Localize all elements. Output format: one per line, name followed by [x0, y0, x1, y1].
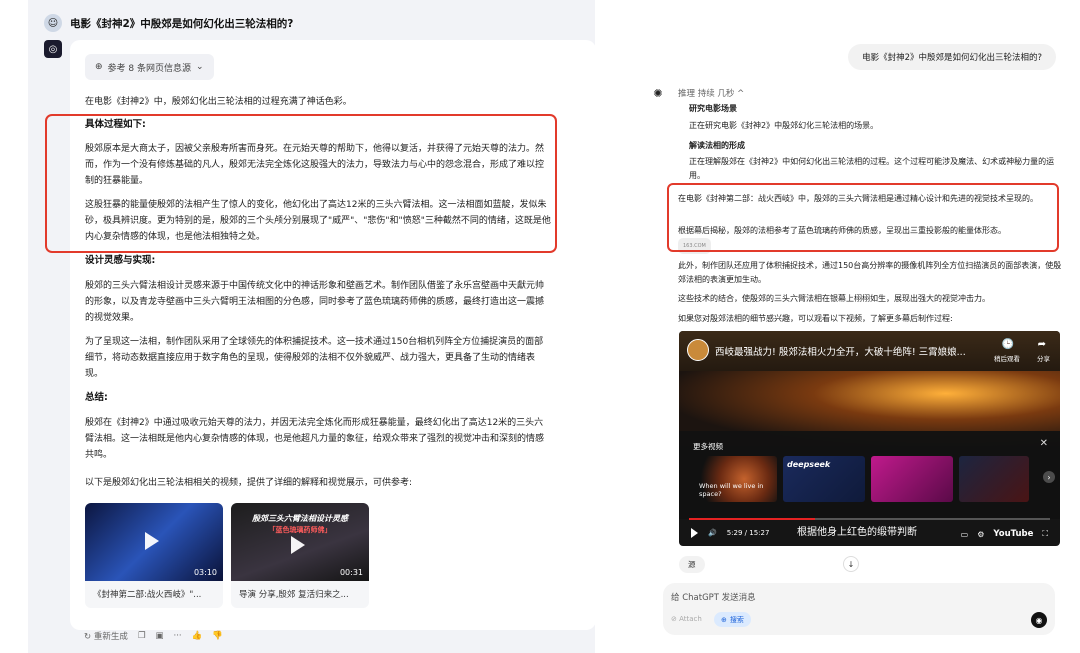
attach-label: Attach [679, 615, 702, 623]
answer-paragraph: 为了呈现这一法相，制作团队采用了全球领先的体积捕捉技术。这一技术通过150台相机… [85, 337, 544, 379]
video-list: 03:10 《封神第二部:战火西岐》"... 殷郊三头六臂法相设计灵感 「蓝色琉… [85, 503, 369, 608]
sources-button[interactable]: 源 [679, 556, 705, 573]
bot-avatar-icon: ◎ [44, 40, 62, 58]
right-chat-panel: 电影《封神2》中殷郊是如何幻化出三轮法相的? ✺ 推理 持续 几秒 ^ 研究电影… [646, 0, 1080, 653]
refresh-icon: ↻ [84, 632, 92, 642]
video-duration: 03:10 [193, 568, 217, 577]
answer-paragraph: 此外，制作团队还应用了体积捕捉技术，通过150台高分辨率的摄像机阵列全方位扫描演… [678, 261, 1062, 284]
search-toggle[interactable]: ⊕ 搜索 [714, 612, 751, 627]
fullscreen-icon[interactable]: ⛶ [1042, 529, 1048, 539]
user-message-bubble: 电影《封神2》中殷郊是如何幻化出三轮法相的? [848, 44, 1056, 70]
video-title[interactable]: 西岐最强战力! 殷郊法相火力全开，大破十绝阵! 三霄娘娘... [715, 344, 966, 358]
captions-icon[interactable]: ▭ [961, 530, 969, 539]
section-heading-summary: 总结: [85, 392, 108, 403]
reference-sources-button[interactable]: ⊕ 参考 8 条网页信息源 ⌄ [85, 54, 214, 80]
related-video-title: When will we live in space? [699, 482, 764, 498]
user-question: 电影《封神2》中殷郊是如何幻化出三轮法相的? [70, 17, 294, 30]
reasoning-toggle[interactable]: 推理 持续 几秒 ^ [678, 87, 744, 99]
section-heading-design: 设计灵感与实现: [85, 255, 156, 266]
related-video-thumbnail[interactable] [959, 456, 1029, 502]
voice-mode-icon[interactable]: ◉ [1031, 612, 1047, 628]
highlight-box [45, 114, 557, 253]
more-options-button[interactable]: ··· [174, 631, 182, 641]
video-subtitle: 根据他身上红色的缎带判断 [797, 527, 917, 538]
copy-icon[interactable]: ❐ [138, 631, 146, 641]
player-right-controls: ▭ ⚙ YouTube ⛶ [961, 529, 1048, 539]
related-video-thumbnail[interactable] [871, 456, 953, 502]
thumbs-down-icon[interactable]: 👎 [212, 631, 223, 641]
video-card[interactable]: 03:10 《封神第二部:战火西岐》"... [85, 503, 223, 608]
paperclip-icon: ⊘ [671, 615, 677, 623]
reference-sources-label: 参考 8 条网页信息源 [107, 63, 191, 74]
related-video-thumbnail[interactable]: When will we live in space? [695, 456, 777, 502]
answer-paragraph: 以下是殷郊幻化出三轮法相相关的视频，提供了详细的解释和视觉展示，可供参考: [85, 478, 413, 488]
answer-paragraph: 这些技术的结合，使殷郊的三头六臂法相在银幕上栩栩如生，展现出强大的视觉冲击力。 [678, 294, 990, 303]
more-videos-overlay: 更多视频 ✕ When will we live in space? deeps… [679, 431, 1060, 519]
related-video-title: deepseek [787, 460, 831, 469]
answer-action-bar: ↻ 重新生成 ❐ ▣ ··· 👍 👎 [84, 630, 223, 642]
left-chat-panel: ☺ 电影《封神2》中殷郊是如何幻化出三轮法相的? ◎ ⊕ 参考 8 条网页信息源… [28, 0, 595, 653]
video-duration: 00:31 [339, 568, 363, 577]
play-icon [291, 536, 305, 554]
watch-later-icon[interactable]: 🕒 [1002, 339, 1014, 350]
attach-button[interactable]: ⊘ Attach [671, 615, 702, 623]
reasoning-step-title: 解读法相的形成 [689, 141, 745, 150]
answer-intro: 在电影《封神2》中，殷郊幻化出三轮法相的过程充满了神话色彩。 [85, 97, 352, 107]
video-card[interactable]: 殷郊三头六臂法相设计灵感 「蓝色琉璃药师佛」 00:31 导演 分享,殷郊 复活… [231, 503, 369, 608]
reasoning-step-text: 正在研究电影《封神2》中殷郊幻化三轮法相的场景。 [689, 121, 879, 130]
video-thumbnail[interactable]: 03:10 [85, 503, 223, 581]
video-thumbnail[interactable]: 殷郊三头六臂法相设计灵感 「蓝色琉璃药师佛」 00:31 [231, 503, 369, 581]
youtube-player[interactable]: 西岐最强战力! 殷郊法相火力全开，大破十绝阵! 三霄娘娘... 🕒 稍后观看 ➦… [679, 331, 1060, 546]
message-input[interactable]: 给 ChatGPT 发送消息 [671, 591, 756, 603]
answer-paragraph: 殷郊在《封神2》中通过吸收元始天尊的法力，并因无法完全炼化而形成狂暴能量，最终幻… [85, 418, 545, 460]
chevron-down-icon: ⌄ [196, 62, 204, 72]
settings-gear-icon[interactable]: ⚙ [977, 530, 984, 539]
video-caption: 《封神第二部:战火西岐》"... [93, 590, 202, 600]
chevron-right-icon[interactable]: › [1043, 471, 1055, 483]
user-question-row: ☺ 电影《封神2》中殷郊是如何幻化出三轮法相的? [44, 14, 293, 32]
video-thumbnail-subtitle: 「蓝色琉璃药师佛」 [268, 526, 332, 534]
video-thumbnail-title: 殷郊三头六臂法相设计灵感 [252, 514, 348, 523]
share-icon[interactable]: ➦ [1038, 339, 1046, 350]
sources-row: 源 [679, 556, 705, 573]
user-avatar: ☺ [44, 14, 62, 32]
regenerate-label: 重新生成 [93, 632, 128, 642]
highlight-box [667, 183, 1059, 252]
search-label: 搜索 [729, 615, 744, 624]
reasoning-step-title: 研究电影场景 [689, 104, 737, 113]
bookmark-icon[interactable]: ▣ [155, 631, 163, 641]
chatgpt-logo-icon: ✺ [653, 86, 663, 100]
youtube-logo[interactable]: YouTube [993, 529, 1033, 539]
globe-icon: ⊕ [95, 62, 103, 72]
time-readout: 5:29 / 15:27 [726, 529, 770, 537]
more-videos-heading: 更多视频 [693, 442, 723, 451]
globe-icon: ⊕ [721, 615, 727, 624]
play-icon [145, 532, 159, 550]
video-caption: 导演 分享,殷郊 复活归来之... [239, 590, 349, 600]
channel-avatar[interactable] [687, 339, 709, 361]
play-icon[interactable] [691, 528, 698, 538]
message-composer: 给 ChatGPT 发送消息 ⊘ Attach ⊕ 搜索 ◉ [663, 583, 1055, 635]
thumbs-up-icon[interactable]: 👍 [192, 631, 203, 641]
share-label[interactable]: 分享 [1037, 353, 1050, 363]
close-icon[interactable]: ✕ [1040, 438, 1048, 449]
watch-later-label[interactable]: 稍后观看 [994, 353, 1020, 363]
reasoning-step-text: 正在理解殷郊在《封神2》中如何幻化出三轮法相的过程。这个过程可能涉及魔法、幻术或… [689, 157, 1055, 180]
related-video-thumbnail[interactable]: deepseek [783, 456, 865, 502]
regenerate-button[interactable]: ↻ 重新生成 [84, 630, 128, 642]
scroll-down-icon[interactable]: ↓ [843, 556, 859, 572]
answer-paragraph: 如果您对殷郊法相的细节感兴趣，可以观看以下视频，了解更多幕后制作过程: [678, 314, 953, 323]
volume-icon[interactable]: 🔊 [708, 529, 717, 537]
answer-paragraph: 殷郊的三头六臂法相设计灵感来源于中国传统文化中的神话形象和壁画艺术。制作团队借鉴… [85, 281, 545, 323]
